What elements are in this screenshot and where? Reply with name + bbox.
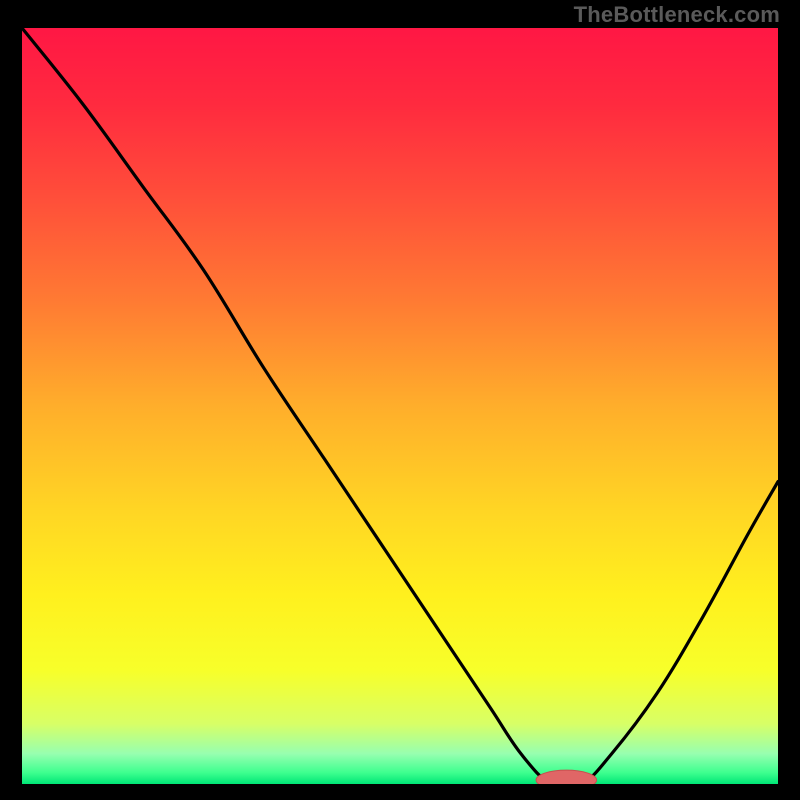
frame: TheBottleneck.com — [0, 0, 800, 800]
marker-ellipse — [536, 770, 596, 784]
watermark-text: TheBottleneck.com — [574, 2, 780, 28]
optimal-marker — [22, 28, 778, 784]
plot-area — [22, 28, 778, 784]
